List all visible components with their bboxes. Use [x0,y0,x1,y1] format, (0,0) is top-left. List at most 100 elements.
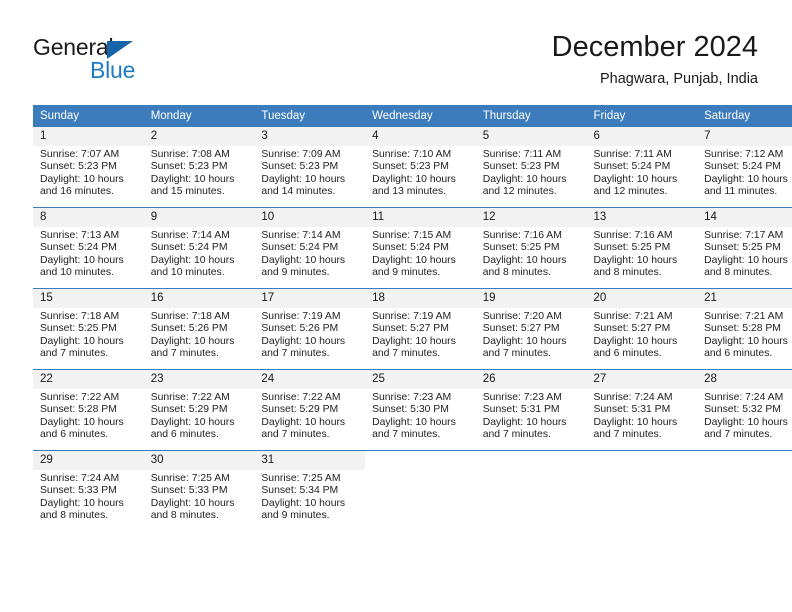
day-number: 18 [365,289,476,308]
daylight-text-line1: Daylight: 10 hours [593,173,678,185]
sunrise-text: Sunrise: 7:14 AM [150,230,230,241]
calendar-day-cell-empty [475,450,587,531]
day-number: 15 [33,289,144,308]
calendar-day-cell-empty [697,450,792,531]
sunset-text: Sunset: 5:31 PM [482,404,560,416]
calendar-day-cell[interactable]: 19 Sunrise: 7:20 AM Sunset: 5:27 PM Dayligh… [475,288,587,370]
day-details: Sunrise: 7:14 AM Sunset: 5:24 PM Daylight:… [254,227,365,280]
day-number: 4 [365,127,476,146]
daylight-text-line1: Daylight: 10 hours [150,173,235,185]
day-number: 21 [697,289,792,308]
calendar-day-cell[interactable]: 21 Sunrise: 7:21 AM Sunset: 5:28 PM Dayligh… [697,288,792,370]
calendar-day-cell[interactable]: 28 Sunrise: 7:24 AM Sunset: 5:32 PM Dayligh… [697,369,792,451]
daylight-text-line2: and 8 minutes. [40,510,109,522]
daylight-text-line1: Daylight: 10 hours [261,254,346,266]
day-number: 2 [143,127,255,146]
daylight-text-line2: and 7 minutes. [482,348,551,360]
day-number [697,451,792,470]
day-details: Sunrise: 7:09 AM Sunset: 5:23 PM Daylight:… [254,146,365,199]
daylight-text-line2: and 14 minutes. [261,186,336,198]
daylight-text-line2: and 12 minutes. [593,186,668,198]
calendar-day-cell[interactable]: 14 Sunrise: 7:17 AM Sunset: 5:25 PM Dayligh… [697,207,792,289]
day-details: Sunrise: 7:22 AM Sunset: 5:29 PM Daylight:… [144,389,255,442]
calendar-day-cell[interactable]: 24 Sunrise: 7:22 AM Sunset: 5:29 PM Dayligh… [254,369,366,451]
calendar-day-cell[interactable]: 31 Sunrise: 7:25 AM Sunset: 5:34 PM Dayligh… [254,450,366,531]
daylight-text-line2: and 8 minutes. [482,267,551,279]
day-details: Sunrise: 7:12 AM Sunset: 5:24 PM Daylight:… [697,146,792,199]
sunrise-text: Sunrise: 7:22 AM [261,392,341,403]
logo-text-blue: Blue [90,57,136,83]
calendar-day-cell[interactable]: 3 Sunrise: 7:09 AM Sunset: 5:23 PM Daylight… [254,127,366,208]
daylight-text-line1: Daylight: 10 hours [150,254,235,266]
calendar-day-cell[interactable]: 5 Sunrise: 7:11 AM Sunset: 5:23 PM Daylight… [475,127,587,208]
calendar-week-row: 29 Sunrise: 7:24 AM Sunset: 5:33 PM Dayligh… [33,450,792,531]
daylight-text-line1: Daylight: 10 hours [704,335,788,347]
calendar-day-cell[interactable]: 4 Sunrise: 7:10 AM Sunset: 5:23 PM Daylight… [365,127,476,208]
calendar-day-cell[interactable]: 2 Sunrise: 7:08 AM Sunset: 5:23 PM Daylight… [143,127,255,208]
sunset-text: Sunset: 5:23 PM [150,161,228,173]
day-number: 1 [33,127,144,146]
calendar-day-cell[interactable]: 6 Sunrise: 7:11 AM Sunset: 5:24 PM Daylight… [586,127,698,208]
calendar-day-cell[interactable]: 12 Sunrise: 7:16 AM Sunset: 5:25 PM Dayligh… [475,207,587,289]
page-title: December 2024 [551,31,758,63]
day-details: Sunrise: 7:18 AM Sunset: 5:26 PM Daylight:… [144,308,255,361]
calendar-day-cell[interactable]: 27 Sunrise: 7:24 AM Sunset: 5:31 PM Dayligh… [586,369,698,451]
day-details: Sunrise: 7:16 AM Sunset: 5:25 PM Daylight:… [476,227,587,280]
calendar-day-cell[interactable]: 23 Sunrise: 7:22 AM Sunset: 5:29 PM Dayligh… [143,369,255,451]
calendar-day-cell[interactable]: 15 Sunrise: 7:18 AM Sunset: 5:25 PM Dayligh… [33,288,144,370]
day-number: 10 [254,208,366,227]
day-details: Sunrise: 7:24 AM Sunset: 5:33 PM Daylight:… [33,470,144,523]
day-details: Sunrise: 7:24 AM Sunset: 5:32 PM Daylight:… [697,389,792,442]
day-number: 23 [143,370,255,389]
calendar-day-cell[interactable]: 7 Sunrise: 7:12 AM Sunset: 5:24 PM Daylight… [697,127,792,208]
calendar-day-cell[interactable]: 17 Sunrise: 7:19 AM Sunset: 5:26 PM Dayligh… [254,288,366,370]
calendar-day-cell-empty [365,450,476,531]
day-number: 20 [586,289,698,308]
day-number: 24 [254,370,366,389]
calendar-day-cell[interactable]: 10 Sunrise: 7:14 AM Sunset: 5:24 PM Dayligh… [254,207,366,289]
sunrise-text: Sunrise: 7:21 AM [704,311,784,322]
calendar-day-cell[interactable]: 11 Sunrise: 7:15 AM Sunset: 5:24 PM Dayligh… [365,207,476,289]
day-details: Sunrise: 7:13 AM Sunset: 5:24 PM Daylight:… [33,227,144,280]
day-details: Sunrise: 7:22 AM Sunset: 5:29 PM Daylight:… [254,389,365,442]
day-details: Sunrise: 7:23 AM Sunset: 5:31 PM Daylight:… [476,389,587,442]
day-details: Sunrise: 7:21 AM Sunset: 5:27 PM Daylight:… [586,308,697,361]
calendar-day-cell[interactable]: 16 Sunrise: 7:18 AM Sunset: 5:26 PM Dayligh… [143,288,255,370]
day-number [365,451,476,470]
sunrise-text: Sunrise: 7:20 AM [482,311,562,322]
daylight-text-line2: and 8 minutes. [593,267,662,279]
day-number [586,451,697,470]
weekday-header-friday: Friday [586,105,698,127]
calendar-day-cell[interactable]: 22 Sunrise: 7:22 AM Sunset: 5:28 PM Dayligh… [33,369,144,451]
calendar-day-cell[interactable]: 25 Sunrise: 7:23 AM Sunset: 5:30 PM Dayligh… [365,369,476,451]
sunset-text: Sunset: 5:25 PM [593,242,671,254]
daylight-text-line2: and 7 minutes. [261,429,330,441]
calendar-day-cell[interactable]: 20 Sunrise: 7:21 AM Sunset: 5:27 PM Dayligh… [586,288,698,370]
page-subtitle-location: Phagwara, Punjab, India [600,71,758,87]
daylight-text-line1: Daylight: 10 hours [482,254,567,266]
daylight-text-line2: and 10 minutes. [40,267,114,279]
sunrise-text: Sunrise: 7:19 AM [372,311,452,322]
calendar-day-cell[interactable]: 9 Sunrise: 7:14 AM Sunset: 5:24 PM Daylight… [143,207,255,289]
calendar-day-cell[interactable]: 29 Sunrise: 7:24 AM Sunset: 5:33 PM Dayligh… [33,450,144,531]
day-number: 6 [586,127,698,146]
calendar-day-cell[interactable]: 18 Sunrise: 7:19 AM Sunset: 5:27 PM Dayligh… [365,288,476,370]
daylight-text-line2: and 6 minutes. [593,348,662,360]
daylight-text-line2: and 16 minutes. [40,186,114,198]
daylight-text-line1: Daylight: 10 hours [704,416,788,428]
day-details: Sunrise: 7:23 AM Sunset: 5:30 PM Daylight:… [365,389,476,442]
sunrise-text: Sunrise: 7:25 AM [150,473,230,484]
daylight-text-line2: and 7 minutes. [150,348,219,360]
daylight-text-line1: Daylight: 10 hours [40,416,124,428]
calendar-day-cell[interactable]: 26 Sunrise: 7:23 AM Sunset: 5:31 PM Dayligh… [475,369,587,451]
calendar-day-cell[interactable]: 1 Sunrise: 7:07 AM Sunset: 5:23 PM Daylight… [33,127,144,208]
general-blue-logo[interactable]: General Blue [33,34,233,90]
calendar-day-cell[interactable]: 13 Sunrise: 7:16 AM Sunset: 5:25 PM Dayligh… [586,207,698,289]
sunrise-text: Sunrise: 7:09 AM [261,149,341,160]
daylight-text-line1: Daylight: 10 hours [593,416,678,428]
daylight-text-line2: and 10 minutes. [150,267,225,279]
weekday-header-wednesday: Wednesday [365,105,476,127]
calendar-day-cell[interactable]: 30 Sunrise: 7:25 AM Sunset: 5:33 PM Dayligh… [143,450,255,531]
calendar-day-cell[interactable]: 8 Sunrise: 7:13 AM Sunset: 5:24 PM Daylight… [33,207,144,289]
title-block: December 2024 Phagwara, Punjab, India [552,30,758,89]
